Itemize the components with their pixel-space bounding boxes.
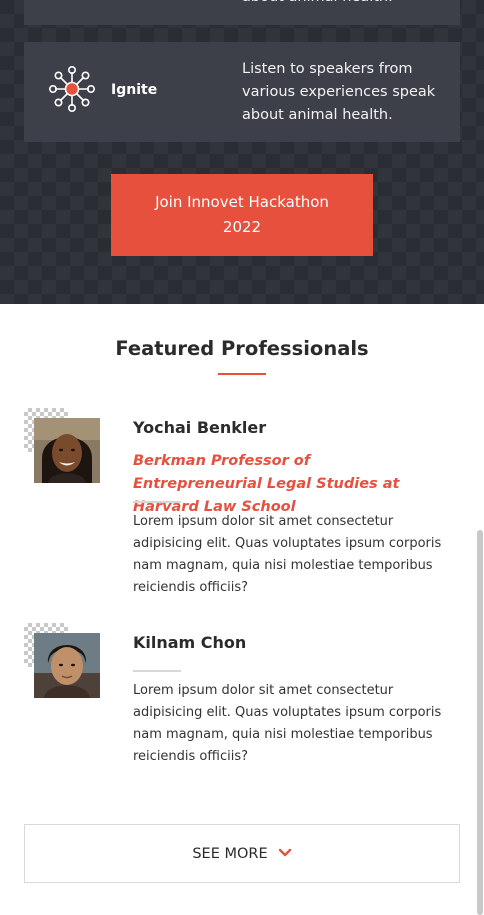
see-more-label: SEE MORE (192, 845, 268, 862)
network-hub-icon (48, 65, 96, 113)
professional-role: Berkman Professor of Entrepreneurial Leg… (133, 453, 400, 515)
avatar (34, 633, 100, 698)
join-hackathon-button[interactable]: Join Innovet Hackathon 2022 (111, 174, 373, 256)
professional-bio: Lorem ipsum dolor sit amet consectetur a… (133, 514, 442, 595)
divider (133, 501, 181, 503)
event-card-title: Ignite (111, 82, 158, 98)
event-card-ignite: Ignite Listen to speakers from various e… (24, 42, 460, 142)
events-section: about animal health. (0, 0, 484, 304)
section-title: Featured Professionals (115, 337, 369, 360)
avatar (34, 418, 100, 483)
event-card-description: about animal health. (242, 0, 452, 9)
professional-bio: Lorem ipsum dolor sit amet consectetur a… (133, 683, 442, 764)
title-underline (218, 373, 266, 375)
chevron-down-icon (278, 846, 292, 862)
divider (133, 670, 181, 672)
event-card-description: Listen to speakers from various experien… (242, 61, 436, 123)
professional-name: Yochai Benkler (133, 418, 267, 437)
scrollbar[interactable] (477, 530, 483, 915)
professional-name: Kilnam Chon (133, 633, 247, 652)
event-card-previous: about animal health. (24, 0, 460, 25)
see-more-button[interactable]: SEE MORE (24, 824, 460, 883)
